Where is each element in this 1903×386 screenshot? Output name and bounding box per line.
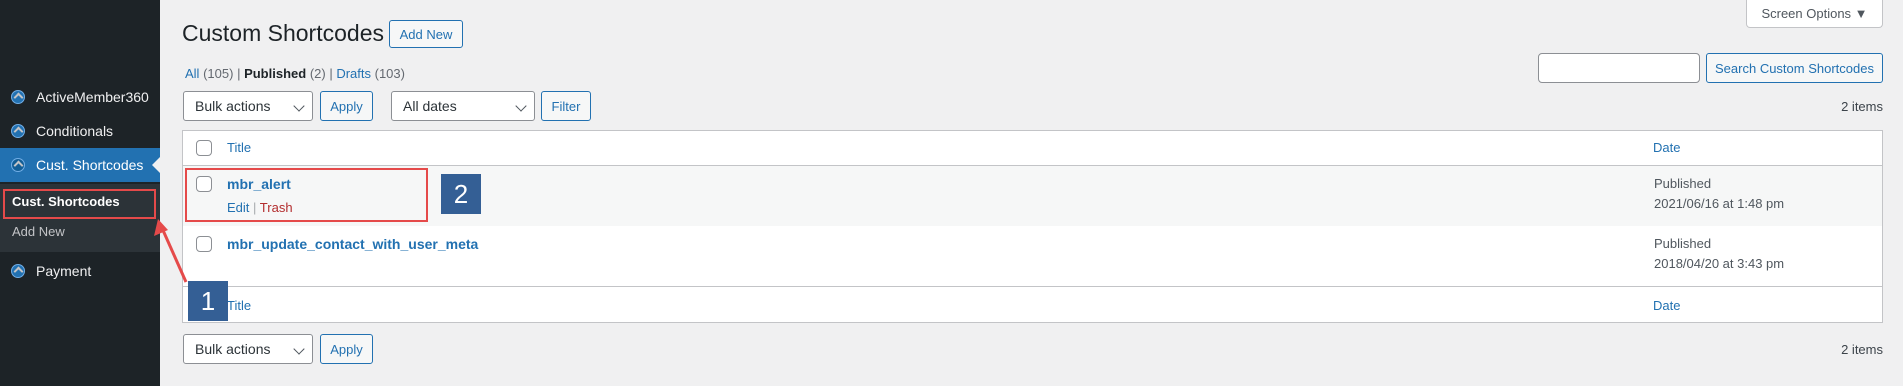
step-badge-2: 2 bbox=[441, 174, 481, 214]
annotation-arrow bbox=[154, 219, 188, 283]
step-badge-1: 1 bbox=[188, 281, 228, 321]
